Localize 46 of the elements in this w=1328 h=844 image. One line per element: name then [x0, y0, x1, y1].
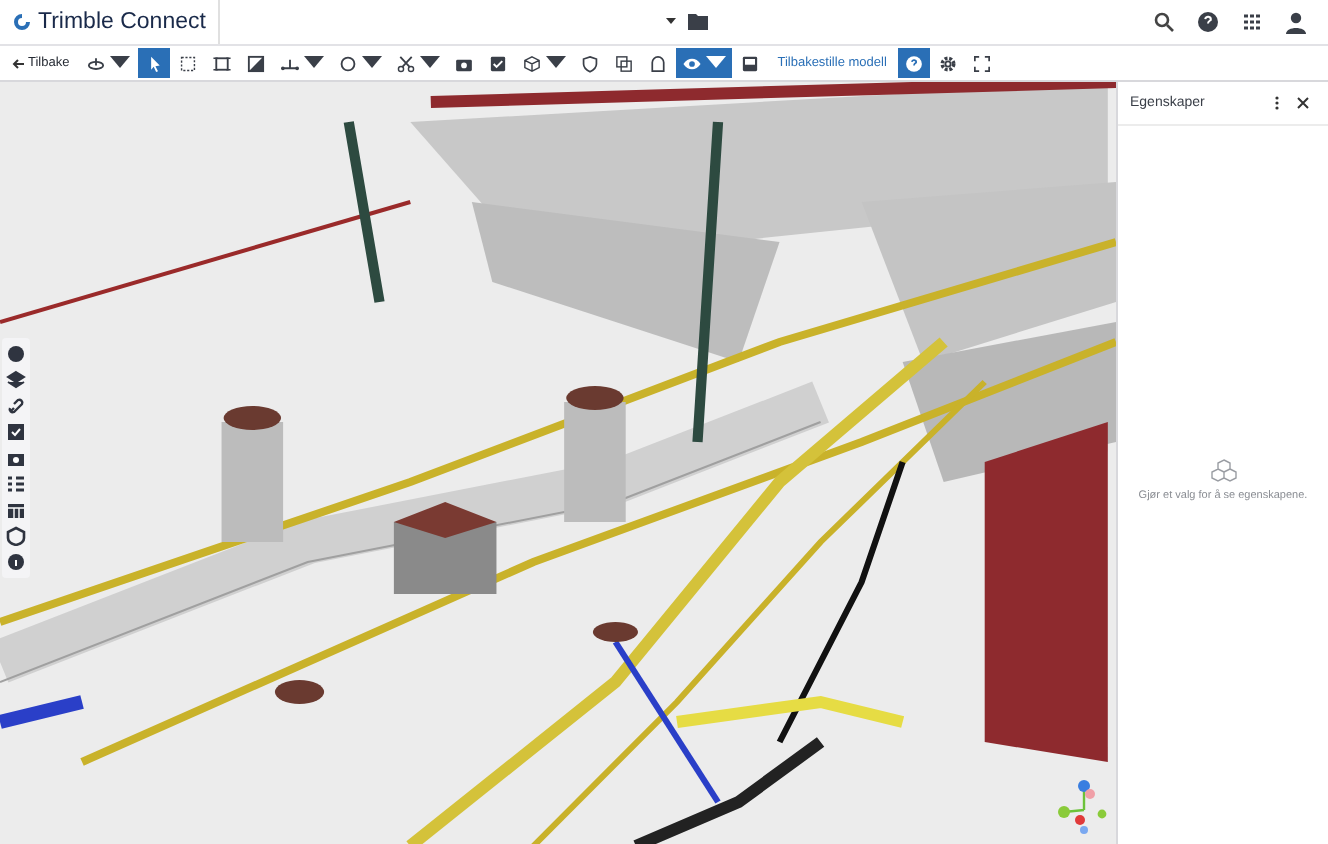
brand-title: Trimble Connect	[38, 10, 206, 34]
close-icon	[1296, 96, 1310, 110]
caret-icon	[705, 53, 726, 73]
toolbar-button[interactable]	[898, 48, 931, 78]
settings-icon	[938, 53, 959, 73]
folder-icon[interactable]	[688, 14, 708, 30]
caret-icon	[361, 53, 382, 73]
caret-icon	[303, 53, 324, 73]
badge-icon[interactable]	[6, 526, 26, 546]
help-icon[interactable]	[1196, 10, 1220, 34]
shield-icon	[579, 53, 600, 73]
info-icon[interactable]	[6, 552, 26, 572]
panel-icon	[739, 53, 760, 73]
cube-icon	[521, 53, 542, 73]
lock-icon	[647, 53, 668, 73]
section-icon	[245, 53, 266, 73]
arrow-left-icon	[12, 57, 24, 69]
frame-icon	[211, 53, 232, 73]
circle-icon	[337, 53, 358, 73]
search-icon[interactable]	[1152, 10, 1176, 34]
cubes-icon	[1209, 458, 1237, 482]
caret-icon[interactable]	[666, 18, 676, 26]
box-select-icon	[177, 53, 198, 73]
logo-icon	[12, 12, 32, 32]
camera-icon[interactable]	[6, 448, 26, 468]
layers-icon[interactable]	[6, 370, 26, 390]
more-vertical-icon	[1270, 96, 1284, 110]
eye-icon	[681, 53, 702, 73]
list-icon[interactable]	[6, 474, 26, 494]
axis-gizmo-drawing[interactable]	[1052, 774, 1108, 834]
apps-grid-icon[interactable]	[1240, 10, 1264, 34]
user-avatar-icon[interactable]	[1284, 10, 1308, 34]
orbit-icon	[85, 53, 106, 73]
link-icon[interactable]	[6, 396, 26, 416]
layers-icon	[613, 53, 634, 73]
caret-icon	[419, 53, 440, 73]
scissors-icon	[395, 53, 416, 73]
caret-icon	[545, 53, 566, 73]
table-icon[interactable]	[6, 500, 26, 520]
toolbar-button[interactable]	[137, 48, 170, 78]
caret-icon	[109, 53, 130, 73]
fullscreen-icon	[972, 53, 993, 73]
toolbar-button[interactable]	[675, 48, 732, 78]
checkbox-icon[interactable]	[6, 422, 26, 442]
help-icon	[904, 53, 925, 73]
checkbox-icon	[487, 53, 508, 73]
